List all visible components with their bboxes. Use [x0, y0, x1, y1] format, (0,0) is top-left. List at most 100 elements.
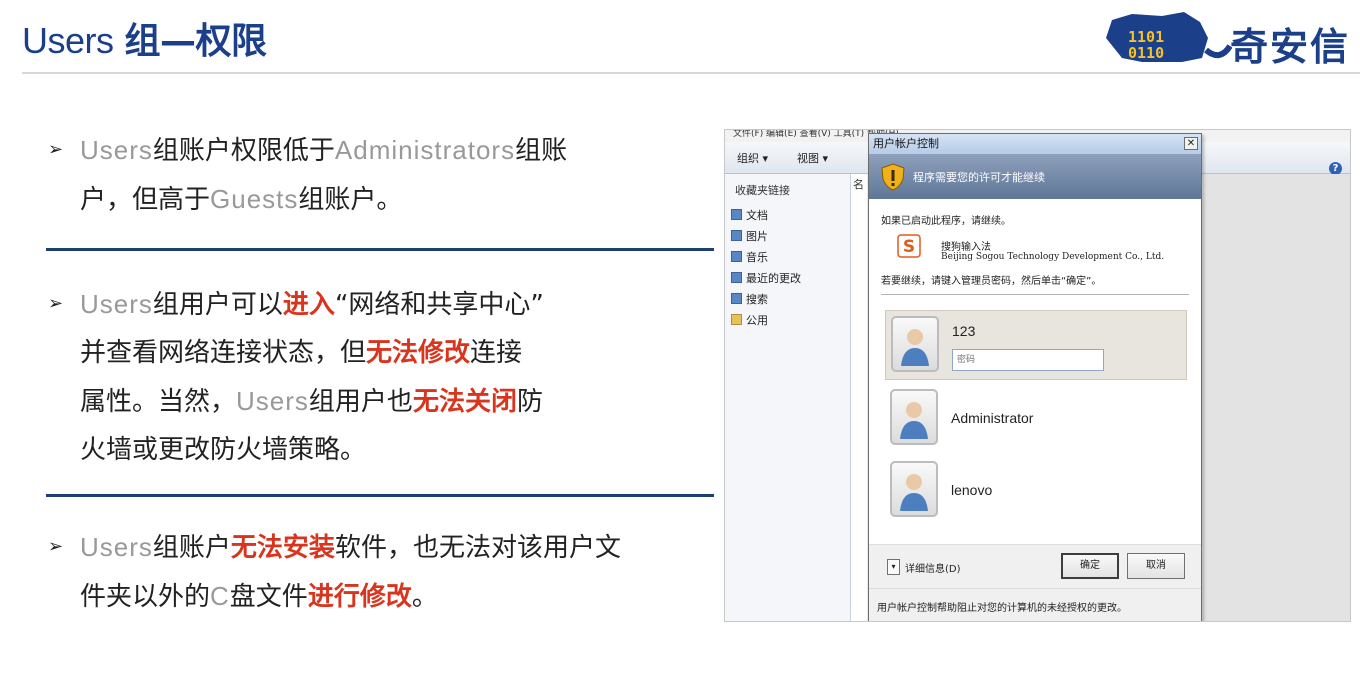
latin-term: Administrators — [334, 135, 516, 165]
latin-term: Guests — [210, 184, 299, 214]
uac-banner-text: 程序需要您的许可才能继续 — [913, 171, 1045, 184]
highlight-text: 进入 — [282, 290, 335, 320]
sogou-app-icon: S — [897, 234, 921, 258]
text-run: 组账 — [515, 136, 568, 166]
latin-term: Users — [80, 532, 153, 562]
latin-term: Users — [80, 289, 153, 319]
latin-term: C — [210, 581, 230, 611]
latin-term: Users — [236, 386, 309, 416]
user-tile-lenovo[interactable]: lenovo — [885, 456, 1187, 526]
cancel-button[interactable]: 取消 — [1127, 553, 1185, 579]
text-run: 户，但高于 — [80, 185, 211, 215]
nav-item-pictures[interactable]: 图片 — [731, 228, 768, 244]
uac-intro: 如果已启动此程序，请继续。 — [881, 216, 1011, 227]
text-run: “网络和共享中心” — [334, 290, 544, 320]
uac-banner: 程序需要您的许可才能继续 — [869, 154, 1201, 199]
text-run: 软件，也无法对该用户文 — [334, 533, 621, 563]
password-input[interactable] — [952, 349, 1104, 371]
bullet-line: Users组用户可以进入“网络和共享中心” — [80, 280, 708, 329]
bullet-line: 并查看网络连接状态，但无法修改连接 — [80, 329, 708, 377]
uac-app-publisher: Beijing Sogou Technology Development Co.… — [941, 252, 1165, 262]
folder-icon — [731, 230, 742, 241]
bullet-3-text: Users组账户无法安装软件，也无法对该用户文 件夹以外的C盘文件进行修改。 — [48, 523, 708, 621]
text-run: 。 — [411, 582, 438, 612]
nav-item-recent[interactable]: 最近的更改 — [731, 270, 801, 286]
uac-dialog: 用户帐户控制 ✕ 程序需要您的许可才能继续 如果已启动此程序，请继续。 S 搜狗… — [868, 133, 1202, 621]
highlight-text: 无法关闭 — [412, 387, 517, 417]
bullet-line: 属性。当然，Users组用户也无法关闭防 — [80, 377, 708, 426]
text-run: 组用户可以 — [152, 290, 283, 320]
uac-app-name: 搜狗输入法 — [941, 242, 991, 253]
uac-title: 用户帐户控制 — [873, 137, 939, 150]
views-button[interactable]: 视图 ▾ — [797, 150, 828, 166]
text-run: 盘文件 — [229, 582, 308, 612]
header-rule — [22, 72, 1360, 74]
uac-button-bar: ▾ 详细信息(D) 确定 取消 — [869, 544, 1201, 588]
text-run: 火墙或更改防火墙策略。 — [80, 435, 367, 465]
text-run: 属性。当然， — [80, 387, 237, 417]
uac-screenshot: 文件(F) 编辑(E) 查看(V) 工具(T) 帮助(H) 组织 ▾ 视图 ▾ … — [724, 129, 1351, 622]
logo-mascot-icon: 1101 0110 — [1106, 12, 1233, 62]
nav-item-public[interactable]: 公用 — [731, 312, 768, 328]
ok-button[interactable]: 确定 — [1061, 553, 1119, 579]
user-tile-123[interactable]: 123 — [885, 310, 1187, 380]
bullet-1: ➢ Users组账户权限低于Administrators组账 户，但高于Guest… — [48, 126, 708, 224]
bullet-line: 户，但高于Guests组账户。 — [80, 175, 708, 224]
nav-heading: 收藏夹链接 — [735, 184, 790, 197]
folder-icon — [731, 251, 742, 262]
nav-item-music[interactable]: 音乐 — [731, 249, 768, 265]
folder-icon — [731, 314, 742, 325]
bullet-line: 件夹以外的C盘文件进行修改。 — [80, 572, 708, 621]
uac-separator — [881, 294, 1189, 295]
bullet-2-text: Users组用户可以进入“网络和共享中心” 并查看网络连接状态，但无法修改连接 属性… — [48, 280, 708, 474]
organize-button[interactable]: 组织 ▾ — [737, 150, 768, 166]
folder-icon — [731, 209, 742, 220]
text-run: 组账户权限低于 — [152, 136, 335, 166]
highlight-text: 无法修改 — [366, 338, 471, 368]
nav-item-documents[interactable]: 文档 — [731, 207, 768, 223]
uac-shield-icon — [881, 163, 905, 191]
bullet-1-text: Users组账户权限低于Administrators组账 户，但高于Guests组… — [48, 126, 708, 224]
user-name: Administrator — [951, 410, 1034, 426]
svg-text:S: S — [903, 237, 915, 257]
details-toggle-label[interactable]: 详细信息(D) — [905, 560, 961, 575]
chevron-down-icon[interactable]: ▾ — [887, 559, 900, 575]
bullet-arrow-icon: ➢ — [48, 293, 64, 314]
explorer-content-bg — [1203, 174, 1350, 621]
bullet-line: 火墙或更改防火墙策略。 — [80, 426, 708, 474]
uac-footer: 用户帐户控制帮助阻止对您的计算机的未经授权的更改。 — [869, 588, 1201, 621]
text-run: 并查看网络连接状态，但 — [80, 338, 367, 368]
user-avatar-icon — [890, 461, 938, 517]
folder-icon — [731, 272, 742, 283]
user-name: 123 — [952, 323, 976, 339]
bullet-line: Users组账户权限低于Administrators组账 — [80, 126, 708, 175]
svg-text:0110: 0110 — [1128, 44, 1164, 62]
column-header: 名 — [851, 174, 867, 621]
text-run: 组用户也 — [308, 387, 413, 417]
divider-2 — [46, 494, 714, 497]
highlight-text: 无法安装 — [230, 533, 335, 563]
bullet-line: Users组账户无法安装软件，也无法对该用户文 — [80, 523, 708, 572]
highlight-text: 进行修改 — [307, 582, 412, 612]
text-run: 连接 — [470, 338, 523, 368]
text-run: 组账户 — [152, 533, 231, 563]
slide-title-cjk: 组—权限 — [124, 21, 267, 62]
logo-text: 奇安信 — [1230, 25, 1351, 69]
uac-prompt: 若要继续，请键入管理员密码，然后单击“确定”。 — [881, 276, 1102, 287]
user-name: lenovo — [951, 482, 993, 498]
nav-item-search[interactable]: 搜索 — [731, 291, 768, 307]
slide-title: Users 组—权限 — [22, 12, 267, 64]
explorer-nav-pane: 收藏夹链接 文档 图片 音乐 最近的更改 搜索 公用 — [725, 174, 851, 621]
bullet-2: ➢ Users组用户可以进入“网络和共享中心” 并查看网络连接状态，但无法修改连接… — [48, 280, 708, 474]
uac-titlebar: 用户帐户控制 ✕ — [869, 134, 1201, 154]
latin-term: Users — [80, 135, 153, 165]
divider-1 — [46, 248, 714, 251]
user-tile-administrator[interactable]: Administrator — [885, 384, 1187, 454]
user-avatar-icon — [890, 389, 938, 445]
bullet-arrow-icon: ➢ — [48, 536, 64, 557]
user-avatar-icon — [891, 316, 939, 372]
slide-title-latin: Users — [22, 20, 114, 61]
close-icon[interactable]: ✕ — [1184, 137, 1198, 150]
text-run: 件夹以外的 — [80, 582, 211, 612]
text-run: 组账户。 — [298, 185, 403, 215]
